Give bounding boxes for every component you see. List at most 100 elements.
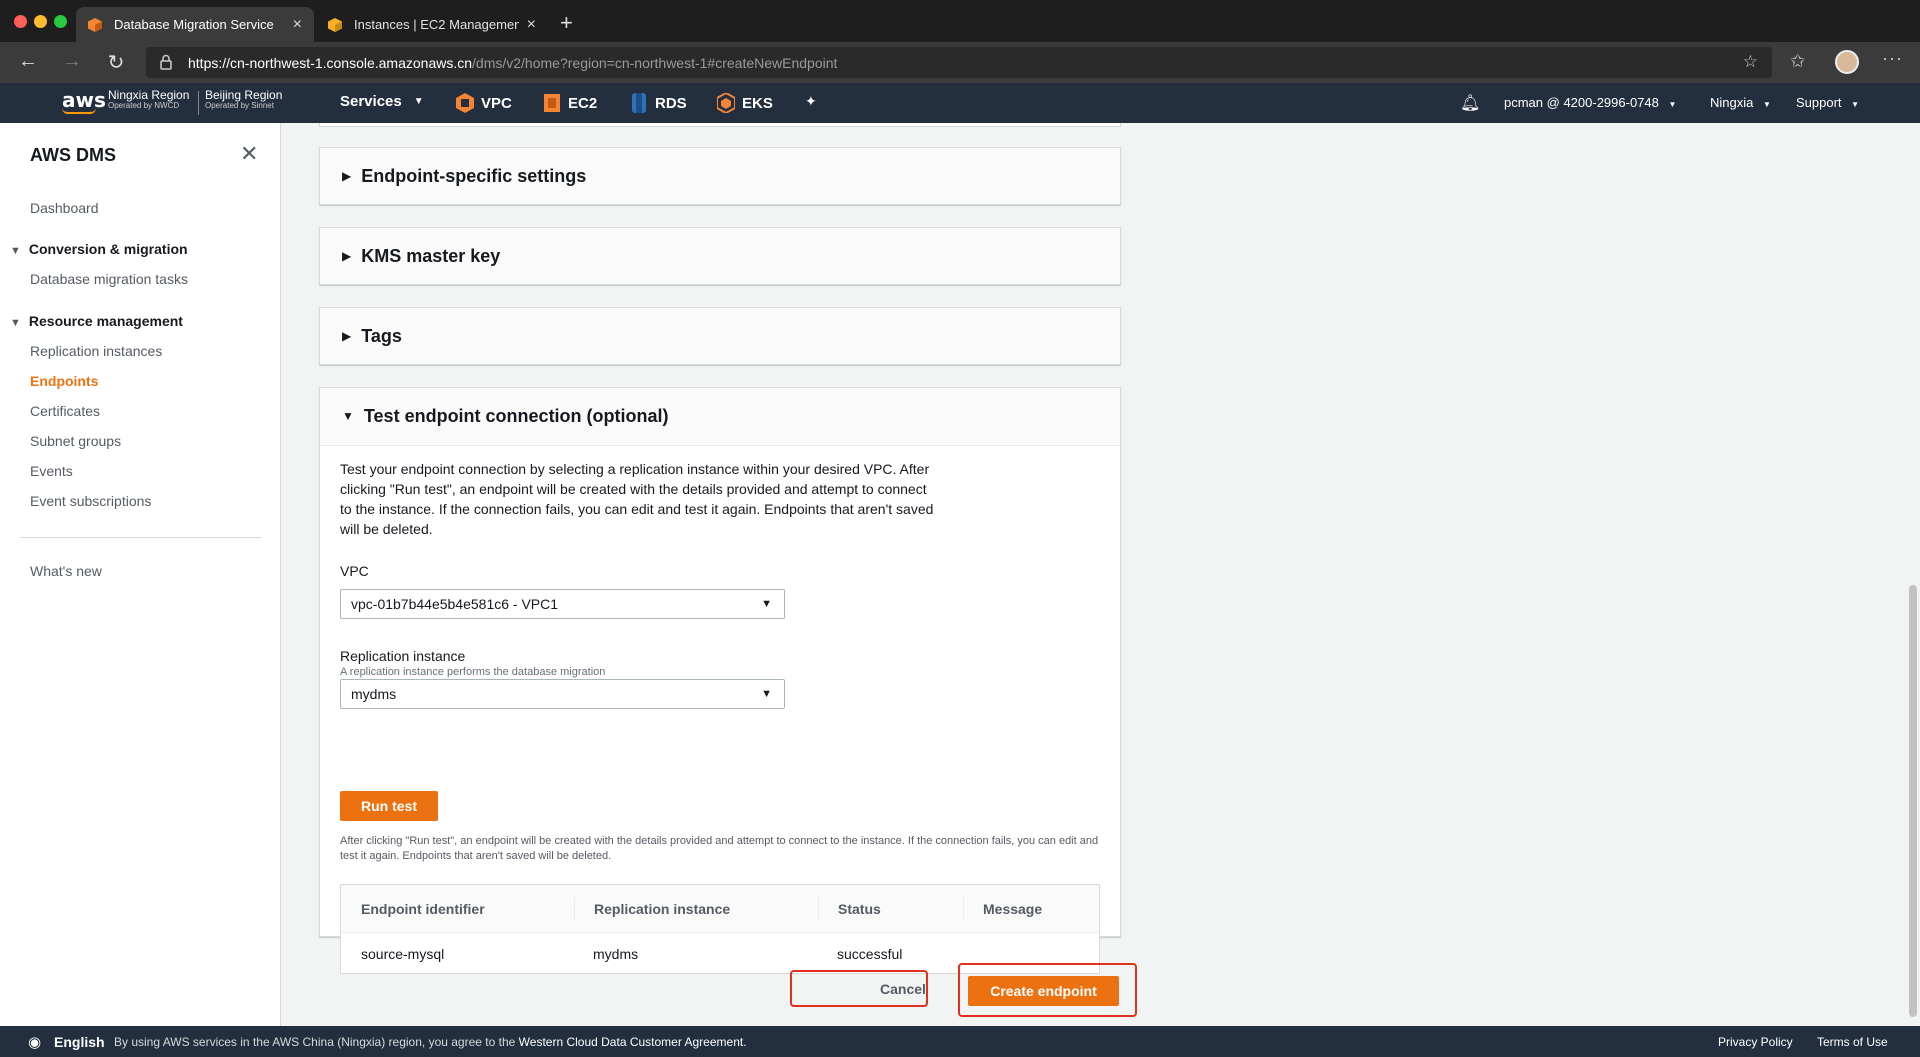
caret-down-icon: ▼ <box>10 245 21 257</box>
window-minimize-button[interactable] <box>34 15 47 28</box>
privacy-policy-link[interactable]: Privacy Policy <box>1718 1035 1793 1049</box>
sidebar-item-migration-tasks[interactable]: Database migration tasks <box>30 271 188 287</box>
support-menu[interactable]: Support ▼ <box>1796 95 1859 110</box>
panel-endpoint-settings: ▶ Endpoint-specific settings <box>319 147 1121 205</box>
column-header-message: Message <box>983 901 1043 917</box>
caret-down-icon: ▼ <box>342 409 354 423</box>
column-header-status: Status <box>838 901 881 917</box>
sidebar-divider <box>20 537 261 538</box>
region-menu-label: Ningxia <box>1710 95 1754 110</box>
caret-down-icon: ▼ <box>761 598 772 610</box>
panel-test-endpoint-connection: ▼ Test endpoint connection (optional) Tes… <box>319 387 1121 1007</box>
region-operator: Operated by NWCD <box>108 101 180 111</box>
aws-console-header: aws Ningxia Region Operated by NWCD Beij… <box>0 83 1920 123</box>
sidebar-section-conversion[interactable]: ▼ Conversion & migration <box>10 241 188 257</box>
test-description: Test your endpoint connection by selecti… <box>340 461 934 537</box>
beijing-region-badge: Beijing Region Operated by Sinnet <box>205 88 282 111</box>
bell-icon[interactable]: 🔔︎ <box>1460 93 1480 113</box>
replication-instance-hint: A replication instance performs the data… <box>340 666 606 678</box>
sidebar-item-event-subscriptions[interactable]: Event subscriptions <box>30 493 151 509</box>
chevron-down-icon: ▼ <box>413 96 424 107</box>
caret-right-icon: ▶ <box>342 169 352 183</box>
sidebar-item-certificates[interactable]: Certificates <box>30 403 100 419</box>
shortcut-label: EC2 <box>568 94 598 112</box>
region-divider <box>198 91 199 115</box>
caret-right-icon: ▶ <box>342 249 352 263</box>
column-header-endpoint: Endpoint identifier <box>361 901 485 917</box>
favorites-icon[interactable]: ✩ <box>1790 51 1805 72</box>
terms-of-use-link[interactable]: Terms of Use <box>1817 1035 1888 1049</box>
panel-header[interactable]: ▶ Endpoint-specific settings <box>320 148 1120 204</box>
agreement-link[interactable]: Western Cloud Data Customer Agreement. <box>519 1035 747 1049</box>
replication-instance-label: Replication instance <box>340 648 466 664</box>
cell-replication-instance: mydms <box>593 946 639 962</box>
cancel-button[interactable]: Cancel <box>880 981 926 997</box>
shortcut-vpc[interactable]: VPC <box>456 93 512 113</box>
forward-icon[interactable]: → <box>60 50 84 73</box>
vpc-select[interactable]: vpc-01b7b44e5b4e581c6 - VPC1 ▼ <box>340 589 785 619</box>
services-label: Services <box>340 93 402 110</box>
region-operator: Operated by Sinnet <box>205 101 274 111</box>
column-divider <box>963 897 964 921</box>
aws-smile-icon <box>62 108 96 114</box>
footer-notice: By using AWS services in the AWS China (… <box>114 1035 747 1049</box>
section-label: Conversion & migration <box>28 241 188 257</box>
shortcut-rds[interactable]: RDS <box>630 93 687 113</box>
sidebar-item-replication-instances[interactable]: Replication instances <box>30 343 162 359</box>
tab-title: Instances | EC2 Management Co <box>354 17 519 32</box>
reload-icon[interactable]: ↻ <box>104 50 128 75</box>
language-selector[interactable]: English <box>54 1034 105 1050</box>
more-icon[interactable]: ··· <box>1882 48 1903 69</box>
shortcut-label: RDS <box>655 94 687 112</box>
sidebar-item-dashboard[interactable]: Dashboard <box>30 200 99 216</box>
region-menu[interactable]: Ningxia ▼ <box>1710 95 1771 110</box>
chevron-down-icon: ▼ <box>1851 100 1860 109</box>
instance-selected-value: mydms <box>351 686 397 702</box>
tab-database-migration-service[interactable]: Database Migration Service × <box>76 7 314 42</box>
section-label: Resource management <box>28 313 183 329</box>
replication-instance-select[interactable]: mydms ▼ <box>340 679 785 709</box>
browser-toolbar: ← → ↻ https://cn-northwest-1.console.ama… <box>0 42 1920 83</box>
close-icon[interactable]: × <box>293 16 302 34</box>
rds-icon <box>632 93 646 113</box>
console-footer: ◉ English By using AWS services in the A… <box>0 1026 1920 1057</box>
panel-header[interactable]: ▼ Test endpoint connection (optional) <box>320 388 1120 444</box>
notice-text: By using AWS services in the AWS China (… <box>114 1035 516 1049</box>
chevron-down-icon: ▼ <box>1762 100 1771 109</box>
close-icon[interactable]: × <box>527 16 536 34</box>
new-tab-button[interactable]: + <box>560 10 573 36</box>
back-icon[interactable]: ← <box>16 50 40 73</box>
cell-endpoint-identifier: source-mysql <box>361 946 445 962</box>
run-test-note: After clicking "Run test", an endpoint w… <box>340 835 1099 862</box>
star-icon[interactable]: ☆ <box>1743 52 1758 72</box>
sidebar-item-whats-new[interactable]: What's new <box>30 563 102 579</box>
test-results-table: Endpoint identifier Replication instance… <box>340 884 1100 974</box>
pin-icon[interactable]: ✦ <box>805 93 817 110</box>
sidebar-item-events[interactable]: Events <box>30 463 73 479</box>
panel-title: KMS master key <box>361 245 501 266</box>
url-text: https://cn-northwest-1.console.amazonaws… <box>188 55 837 71</box>
account-menu[interactable]: pcman @ 4200-2996-0748 ▼ <box>1504 95 1676 110</box>
column-header-instance: Replication instance <box>594 901 731 917</box>
aws-cube-icon <box>88 17 102 32</box>
sidebar-item-endpoints[interactable]: Endpoints <box>30 373 98 389</box>
page-scrollbar[interactable] <box>1906 123 1920 1026</box>
panel-title: Endpoint-specific settings <box>361 165 587 186</box>
address-bar[interactable]: https://cn-northwest-1.console.amazonaws… <box>146 47 1772 78</box>
tab-ec2-instances[interactable]: Instances | EC2 Management Co × <box>316 7 548 42</box>
panel-header[interactable]: ▶ Tags <box>320 308 1120 364</box>
close-icon[interactable]: ✕ <box>240 141 258 167</box>
window-zoom-button[interactable] <box>54 15 67 28</box>
sidebar-section-resources[interactable]: ▼ Resource management <box>10 313 183 329</box>
caret-right-icon: ▶ <box>342 329 352 343</box>
sidebar-item-subnet-groups[interactable]: Subnet groups <box>30 433 121 449</box>
run-test-button[interactable]: Run test <box>340 791 438 821</box>
scrollbar-thumb[interactable] <box>1909 585 1917 1017</box>
shortcut-ec2[interactable]: EC2 <box>543 93 597 113</box>
ec2-icon <box>544 94 560 112</box>
window-close-button[interactable] <box>14 15 27 28</box>
panel-header[interactable]: ▶ KMS master key <box>320 228 1120 284</box>
services-menu[interactable]: Services ▼ <box>340 93 424 110</box>
shortcut-eks[interactable]: EKS <box>717 93 773 113</box>
avatar[interactable] <box>1835 50 1859 74</box>
